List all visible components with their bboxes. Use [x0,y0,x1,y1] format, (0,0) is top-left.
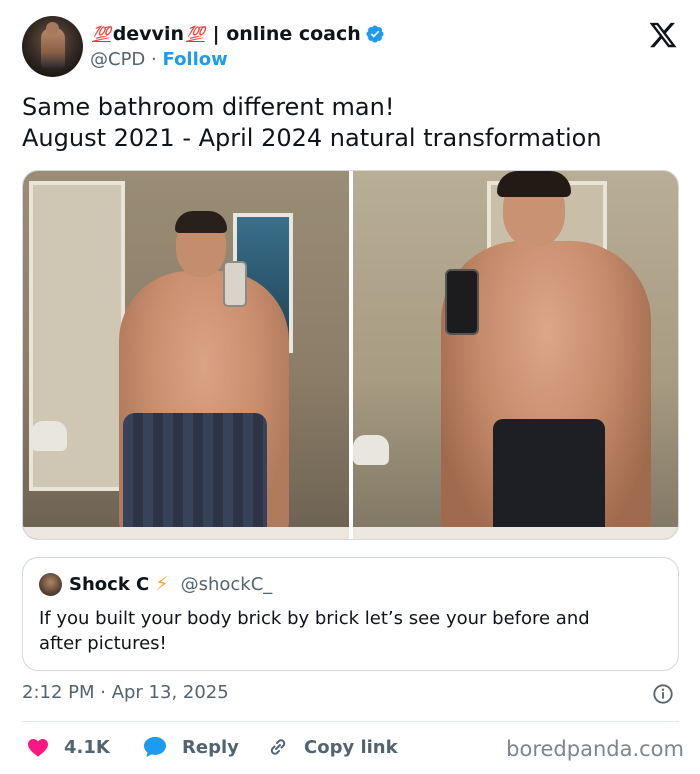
quoted-text: If you built your body brick by brick le… [39,606,669,656]
quoted-line: If you built your body brick by brick le… [39,608,590,629]
tweet-media[interactable] [22,170,679,540]
author-handle-row: @CPD · Follow [90,49,228,70]
like-button[interactable]: 4.1K [26,732,110,762]
phone [223,261,247,307]
hundred-emoji-right: 💯 [185,25,205,43]
lightning-emoji: ⚡ [155,573,169,595]
quoted-line: after pictures! [39,633,167,654]
tweet-timestamp[interactable]: 2:12 PM · Apr 13, 2025 [22,682,229,703]
copy-link-button[interactable]: Copy link [266,732,398,762]
sink-counter [23,527,349,539]
verified-badge-icon [366,25,384,43]
reply-button[interactable]: Reply [142,732,239,762]
info-icon[interactable] [652,683,674,705]
toilet [353,435,389,465]
person-hair [497,171,571,197]
quoted-avatar [39,573,62,596]
watermark: boredpanda.com [506,737,684,761]
quoted-handle: @shockC_ [180,573,273,595]
tweet-line: August 2021 - April 2024 natural transfo… [22,124,602,152]
author-name-suffix[interactable]: | online coach [213,23,361,45]
author-name-row[interactable]: 💯 devvin 💯 | online coach [90,20,385,48]
quoted-tweet[interactable]: Shock C ⚡ @shockC_ If you built your bod… [22,557,679,671]
handle-separator: · [151,49,157,70]
copy-link-label: Copy link [304,736,398,758]
sink-counter [353,527,678,539]
author-avatar[interactable] [22,16,83,77]
heart-icon [28,739,48,757]
link-icon [270,739,286,755]
person-pants [493,419,605,539]
toilet [31,421,67,451]
tweet-text: Same bathroom different man! August 2021… [22,92,682,154]
person-hair [175,211,227,233]
x-logo-icon[interactable] [648,20,678,50]
reply-bubble-icon [144,737,166,757]
quoted-name-row: Shock C ⚡ @shockC_ [69,573,272,595]
before-photo[interactable] [23,171,349,539]
like-count: 4.1K [64,736,110,758]
tweet-header: 💯 devvin 💯 | online coach @CPD · Follow [22,16,682,78]
tweet-line: Same bathroom different man! [22,93,395,121]
divider [22,721,679,722]
hundred-emoji-left: 💯 [92,25,111,43]
phone [445,269,479,335]
person-pants [123,413,267,539]
author-name[interactable]: devvin [113,23,184,45]
follow-button[interactable]: Follow [163,49,228,70]
after-photo[interactable] [353,171,678,539]
reply-label: Reply [182,736,239,758]
author-handle[interactable]: @CPD [90,49,145,70]
quoted-name: Shock C [69,573,150,595]
